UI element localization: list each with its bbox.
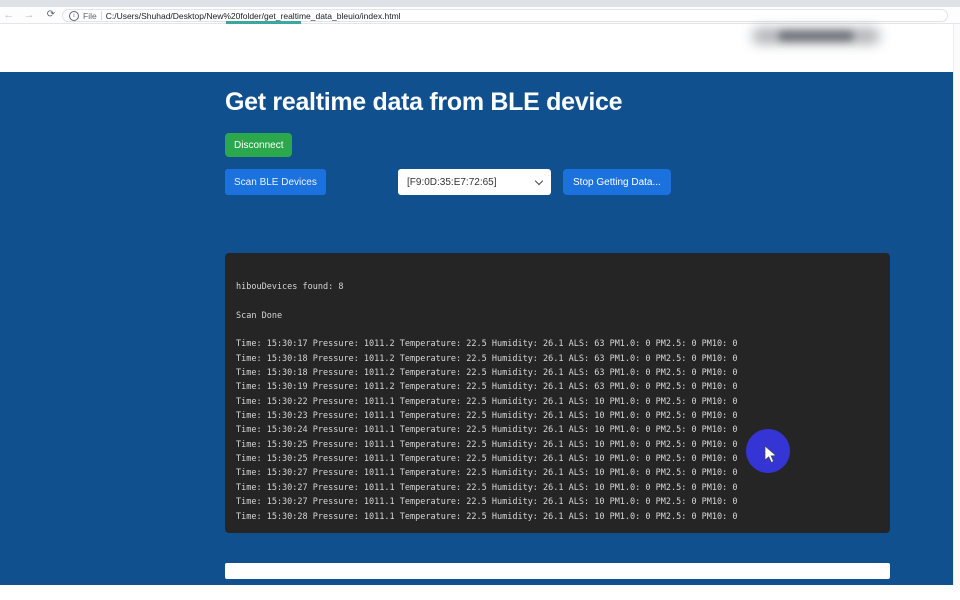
console-line: Time: 15:30:24 Pressure: 1011.1 Temperat…: [236, 423, 882, 437]
blurred-content-core: [778, 31, 854, 41]
url-scheme-label: File: [83, 11, 97, 21]
console-line: Time: 15:30:19 Pressure: 1011.2 Temperat…: [236, 380, 882, 394]
scan-ble-devices-button[interactable]: Scan BLE Devices: [225, 169, 326, 195]
console-line: Time: 15:30:18 Pressure: 1011.2 Temperat…: [236, 366, 882, 380]
console-line: Time: 15:30:18 Pressure: 1011.2 Temperat…: [236, 352, 882, 366]
console-line: [236, 323, 882, 337]
stop-getting-data-button[interactable]: Stop Getting Data...: [563, 169, 671, 195]
console-line: Time: 15:30:27 Pressure: 1011.1 Temperat…: [236, 481, 882, 495]
mouse-cursor-icon: [764, 445, 777, 464]
disconnect-button[interactable]: Disconnect: [225, 133, 292, 157]
browser-tab-strip: [0, 0, 960, 7]
console-line: Time: 15:30:28 Pressure: 1011.1 Temperat…: [236, 510, 882, 524]
browser-toolbar: ← → ⟳ i File C:/Users/Shuhad/Desktop/New…: [0, 7, 960, 24]
console-lines: hibouDevices found: 8 Scan Done Time: 15…: [236, 280, 882, 524]
device-select[interactable]: [F9:0D:35:E7:72:65]: [398, 169, 551, 195]
back-icon[interactable]: ←: [2, 7, 16, 23]
info-icon[interactable]: i: [69, 11, 79, 21]
console-line: hibouDevices found: 8: [236, 280, 882, 294]
console-line: Time: 15:30:27 Pressure: 1011.1 Temperat…: [236, 466, 882, 480]
console-line: Scan Done: [236, 309, 882, 323]
console-line: Time: 15:30:27 Pressure: 1011.1 Temperat…: [236, 495, 882, 509]
console-output: hibouDevices found: 8 Scan Done Time: 15…: [225, 253, 890, 533]
chevron-down-icon: [535, 176, 543, 184]
click-highlight: [746, 429, 790, 473]
address-separator: [101, 11, 102, 20]
url-text[interactable]: C:/Users/Shuhad/Desktop/New%20folder/get…: [106, 11, 401, 21]
ble-page: Get realtime data from BLE device Discon…: [0, 72, 953, 585]
device-select-value: [F9:0D:35:E7:72:65]: [407, 177, 497, 188]
page-bottom-white-band: [0, 585, 960, 600]
console-line: Time: 15:30:17 Pressure: 1011.2 Temperat…: [236, 337, 882, 351]
console-line: [236, 294, 882, 308]
forward-icon[interactable]: →: [22, 7, 36, 23]
reload-icon[interactable]: ⟳: [44, 7, 58, 23]
console-line: Time: 15:30:23 Pressure: 1011.1 Temperat…: [236, 409, 882, 423]
page-title: Get realtime data from BLE device: [225, 88, 622, 117]
bottom-input[interactable]: [225, 563, 890, 579]
url-underline-highlight: [226, 21, 301, 24]
address-bar[interactable]: i File C:/Users/Shuhad/Desktop/New%20fol…: [62, 9, 948, 22]
scrollbar[interactable]: [953, 24, 960, 600]
console-line: Time: 15:30:22 Pressure: 1011.1 Temperat…: [236, 395, 882, 409]
